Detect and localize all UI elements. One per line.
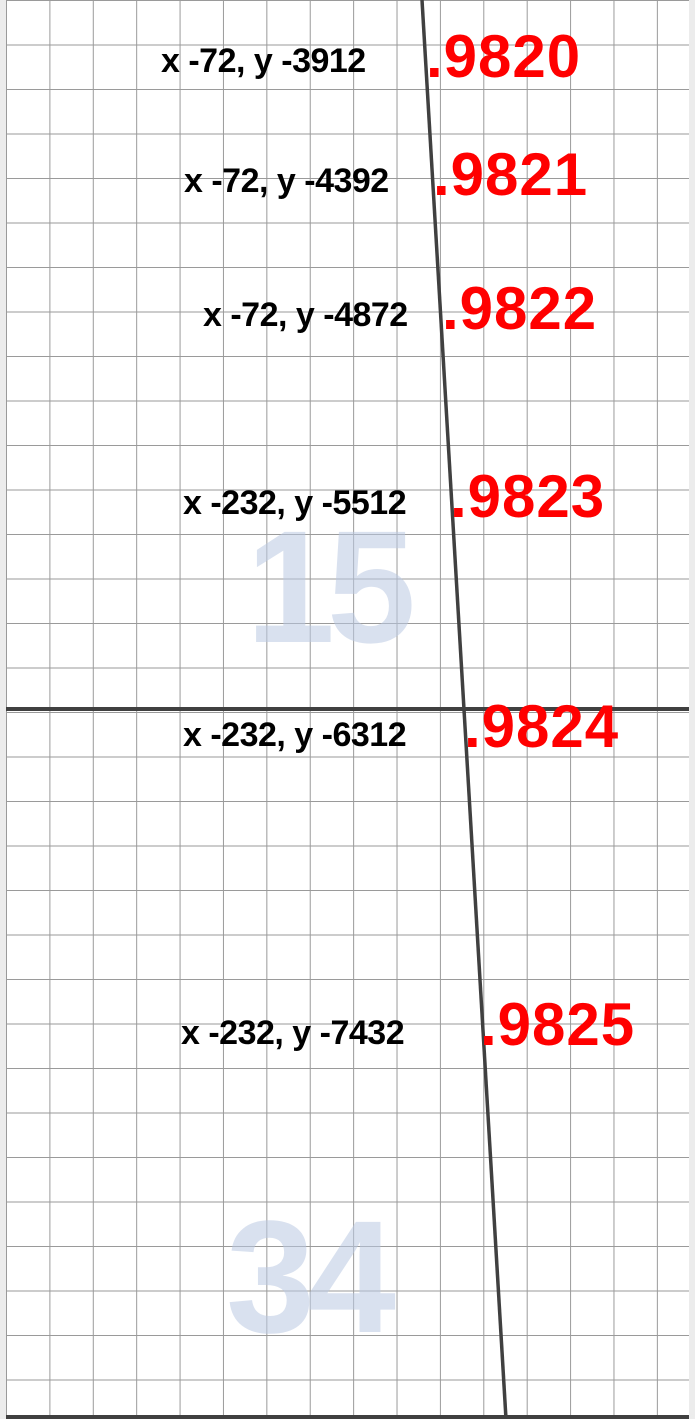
coordinate-label: x -72, y -3912 [161,42,366,80]
reading-value: .9824 [464,693,620,760]
reading-value: .9821 [433,141,589,208]
reading-value: .9825 [480,991,636,1058]
coordinate-label: x -232, y -5512 [183,484,407,522]
coordinate-label: x -232, y -6312 [183,716,407,754]
reading-value: .9823 [450,463,606,530]
reading-value: .9822 [442,275,598,342]
coordinate-label: x -72, y -4392 [184,162,389,200]
reading-value: .9820 [426,23,582,90]
graph-paper: 15 34 x -72, y -3912 .9820 x -72, y -439… [0,0,695,1419]
coordinate-label: x -232, y -7432 [181,1014,405,1052]
coordinate-label: x -72, y -4872 [203,296,408,334]
